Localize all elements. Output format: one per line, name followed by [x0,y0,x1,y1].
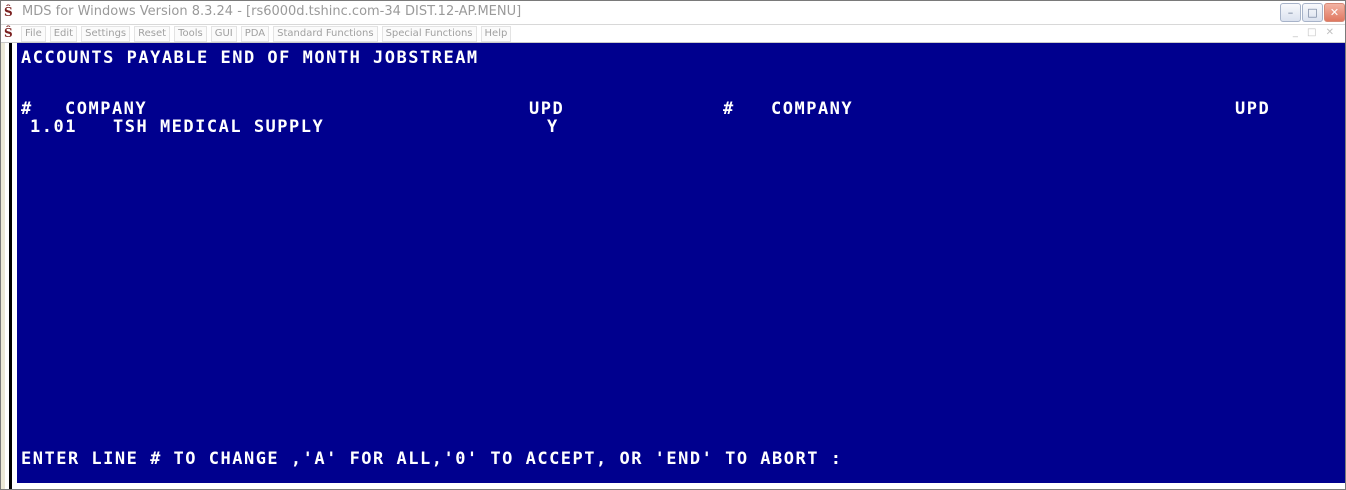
app-window: Ŝ MDS for Windows Version 8.3.24 - [rs60… [0,0,1346,490]
menu-bar: Ŝ File Edit Settings Reset Tools GUI PDA… [1,25,1345,43]
row-1-company: TSH MEDICAL SUPPLY [113,117,325,137]
menu-reset[interactable]: Reset [134,26,171,42]
screen-heading: ACCOUNTS PAYABLE END OF MONTH JOBSTREAM [21,48,479,68]
mdi-window-controls[interactable]: _ □ ✕ [1293,27,1337,38]
column-header-left-upd: UPD [529,99,565,119]
column-header-left-company: COMPANY [65,99,148,119]
minimize-button[interactable]: – [1280,3,1301,22]
window-title: MDS for Windows Version 8.3.24 - [rs6000… [22,4,522,19]
menu-settings[interactable]: Settings [81,26,131,42]
menu-items: File Edit Settings Reset Tools GUI PDA S… [21,26,512,42]
close-button[interactable]: ✕ [1324,3,1345,22]
menu-help[interactable]: Help [480,26,512,42]
menu-gui[interactable]: GUI [210,26,237,42]
menu-file[interactable]: File [21,26,46,42]
menu-special-functions[interactable]: Special Functions [381,26,477,42]
title-bar[interactable]: Ŝ MDS for Windows Version 8.3.24 - [rs60… [1,1,1345,25]
row-1-line-number[interactable]: 1.01 [30,117,77,137]
maximize-button[interactable]: □ [1302,3,1323,22]
column-header-left-number: # [21,99,33,119]
menu-tools[interactable]: Tools [174,26,207,42]
row-1-upd-flag[interactable]: Y [547,117,559,137]
terminal-left-border [9,43,12,489]
tsh-app-icon[interactable]: Ŝ [4,5,18,19]
menu-standard-functions[interactable]: Standard Functions [273,26,378,42]
menu-pda[interactable]: PDA [240,26,270,42]
column-header-right-company: COMPANY [771,99,854,119]
menu-edit[interactable]: Edit [49,26,78,42]
column-header-right-number: # [723,99,735,119]
command-prompt[interactable]: ENTER LINE # TO CHANGE ,'A' FOR ALL,'0' … [21,449,842,469]
column-header-right-upd: UPD [1235,99,1271,119]
terminal-screen[interactable]: ACCOUNTS PAYABLE END OF MONTH JOBSTREAM … [17,43,1345,483]
tsh-menu-icon[interactable]: Ŝ [4,26,13,40]
